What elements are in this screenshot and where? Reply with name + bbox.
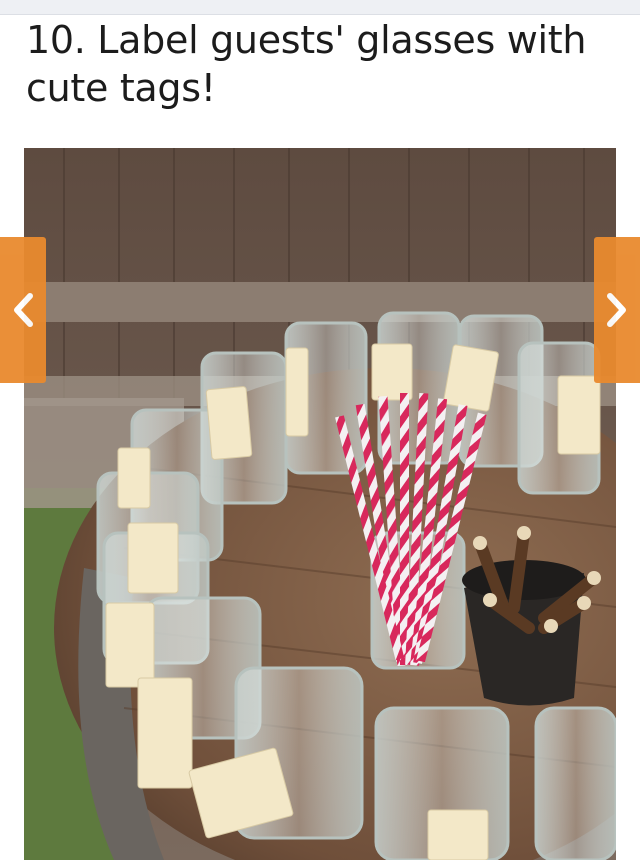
chevron-left-icon (14, 293, 33, 327)
gallery-prev-button[interactable] (0, 237, 46, 383)
page-title: 10. Label guests' glasses with cute tags… (26, 18, 587, 110)
gallery-photo (24, 148, 616, 860)
browser-top-bar (0, 0, 640, 15)
chevron-right-icon (607, 293, 626, 327)
gallery-next-button[interactable] (594, 237, 640, 383)
